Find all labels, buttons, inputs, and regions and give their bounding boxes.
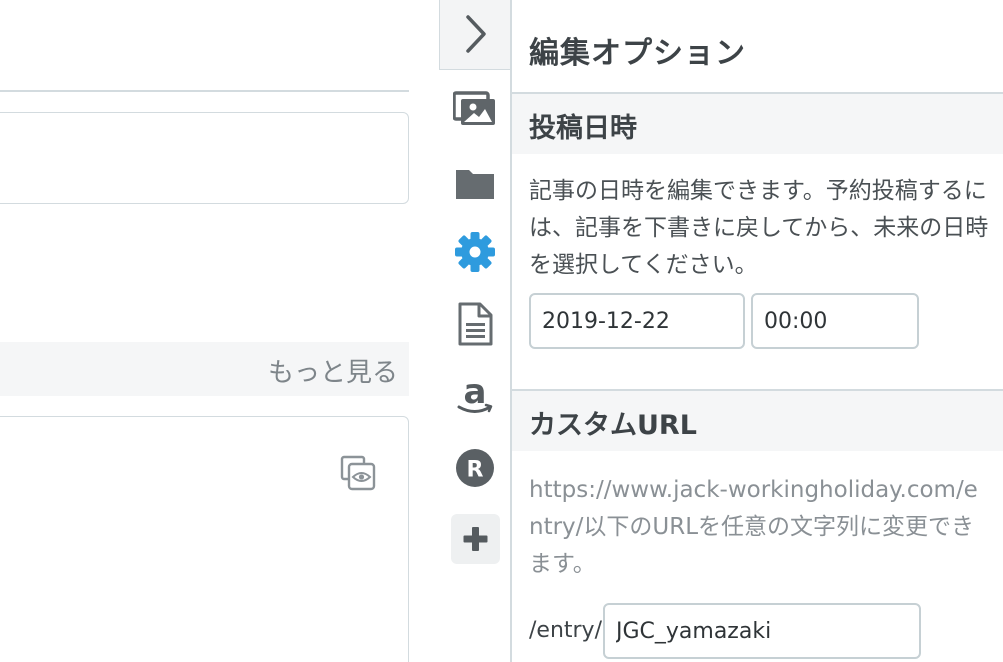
svg-text:R: R	[467, 458, 484, 483]
document-icon[interactable]	[453, 302, 497, 346]
gear-icon[interactable]	[453, 230, 497, 274]
post-date-section-header: 投稿日時	[512, 92, 1003, 154]
divider	[0, 90, 409, 92]
rakuten-icon[interactable]: R	[453, 446, 497, 490]
svg-text:a: a	[464, 374, 487, 412]
custom-url-slug-input[interactable]	[603, 603, 921, 659]
show-more-link[interactable]: もっと見る	[268, 352, 398, 389]
post-time-input[interactable]	[751, 293, 919, 349]
blog-editor-screen: もっと見る a R 編集オプション 投稿日時 記事の日時を編集できます。予約投稿…	[0, 0, 1003, 662]
collapse-panel-button[interactable]	[439, 0, 510, 70]
sidebar-toolbar: a R	[438, 0, 512, 662]
amazon-icon[interactable]: a	[453, 374, 497, 418]
url-prefix-label: /entry/	[529, 618, 602, 643]
editor-field-box[interactable]	[0, 112, 409, 204]
editor-content-box[interactable]	[0, 416, 409, 662]
post-date-heading: 投稿日時	[529, 113, 637, 144]
folder-icon[interactable]	[453, 161, 497, 205]
panel-title: 編集オプション	[529, 36, 746, 71]
image-icon[interactable]	[453, 87, 497, 131]
preview-copy-eye-icon[interactable]	[340, 454, 378, 492]
edit-options-panel: 編集オプション 投稿日時 記事の日時を編集できます。予約投稿するには、記事を下書…	[512, 0, 1003, 662]
editor-area: もっと見る	[0, 0, 438, 662]
chevron-right-icon	[466, 15, 486, 53]
custom-url-description: https://www.jack-workingholiday.com/entr…	[529, 477, 978, 577]
custom-url-section-header: カスタムURL	[512, 389, 1003, 451]
plus-icon	[463, 527, 488, 551]
more-bar: もっと見る	[0, 342, 409, 396]
add-tool-button[interactable]	[451, 514, 500, 564]
post-date-input[interactable]	[529, 293, 745, 349]
custom-url-heading: カスタムURL	[529, 410, 697, 441]
post-date-description: 記事の日時を編集できます。予約投稿するには、記事を下書きに戻してから、未来の日時…	[529, 178, 989, 278]
